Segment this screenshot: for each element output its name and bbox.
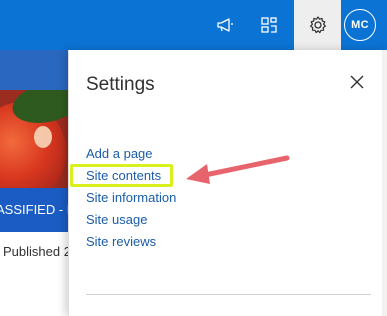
panel-title: Settings [86, 74, 155, 95]
site-information-link[interactable]: Site information [86, 190, 176, 205]
classification-banner: ASSIFIED - N [0, 188, 70, 232]
app-switcher-icon[interactable] [248, 0, 290, 50]
hero-image [0, 90, 70, 188]
shine-highlight [34, 126, 52, 148]
gear-icon[interactable] [294, 0, 341, 50]
close-button[interactable] [345, 70, 369, 94]
close-icon [350, 75, 364, 89]
hub-nav-strip [0, 50, 70, 90]
banner-text: ASSIFIED - N [0, 202, 70, 217]
app-switcher-icon-svg [261, 17, 277, 33]
gear-icon-svg [309, 16, 326, 34]
screen: MC ASSIFIED - N Published 2 Settings Add… [0, 0, 387, 316]
suite-bar: MC [0, 0, 387, 50]
published-text: Published 2 [0, 244, 70, 259]
megaphone-icon-svg [217, 18, 233, 32]
megaphone-icon[interactable] [204, 0, 246, 50]
panel-divider [86, 294, 371, 295]
add-a-page-link[interactable]: Add a page [86, 146, 153, 161]
site-reviews-link[interactable]: Site reviews [86, 234, 156, 249]
panel-scrollbar[interactable] [382, 50, 387, 316]
highlight-box [70, 164, 173, 187]
published-label: Published 2 [3, 244, 70, 259]
site-usage-link[interactable]: Site usage [86, 212, 147, 227]
avatar[interactable]: MC [344, 9, 376, 41]
